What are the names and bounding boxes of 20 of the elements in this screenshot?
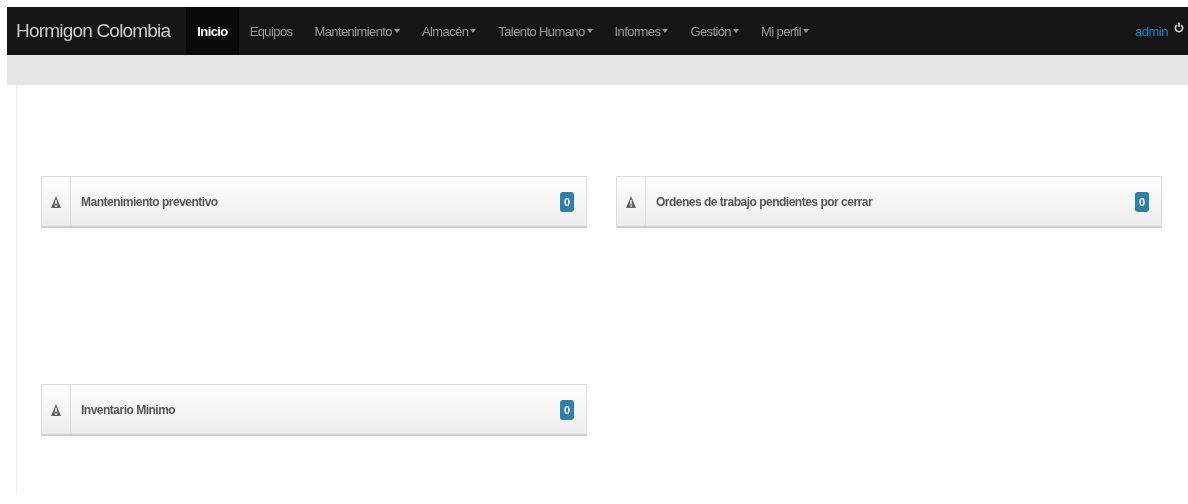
brand-title[interactable]: Hormigon Colombia: [7, 20, 187, 42]
count-badge: 0: [559, 191, 574, 212]
user-link[interactable]: admin: [1135, 23, 1168, 39]
nav-item[interactable]: Inicio: [186, 7, 239, 55]
widget-title: Mantenimiento preventivo: [80, 194, 219, 209]
nav-item[interactable]: Equipos: [238, 7, 304, 55]
widget-title: Ordenes de trabajo pendientes por cerrar: [655, 194, 874, 209]
nav-item[interactable]: Informes: [603, 7, 680, 55]
nav-item[interactable]: Mi perfil: [750, 7, 821, 55]
nav-item[interactable]: Talento Humano: [487, 7, 604, 55]
count-badge: 0: [1134, 191, 1149, 212]
warning-icon: [626, 195, 636, 208]
nav-item[interactable]: Almacén: [410, 7, 488, 55]
warning-icon: [51, 195, 61, 208]
warning-icon: [51, 403, 61, 416]
widget-title: Inventario Minimo: [80, 402, 177, 417]
nav-item[interactable]: Gestión: [679, 7, 750, 55]
nav-item[interactable]: Mantenimiento: [303, 7, 411, 55]
power-icon[interactable]: [1174, 21, 1184, 33]
count-badge: 0: [559, 399, 574, 420]
